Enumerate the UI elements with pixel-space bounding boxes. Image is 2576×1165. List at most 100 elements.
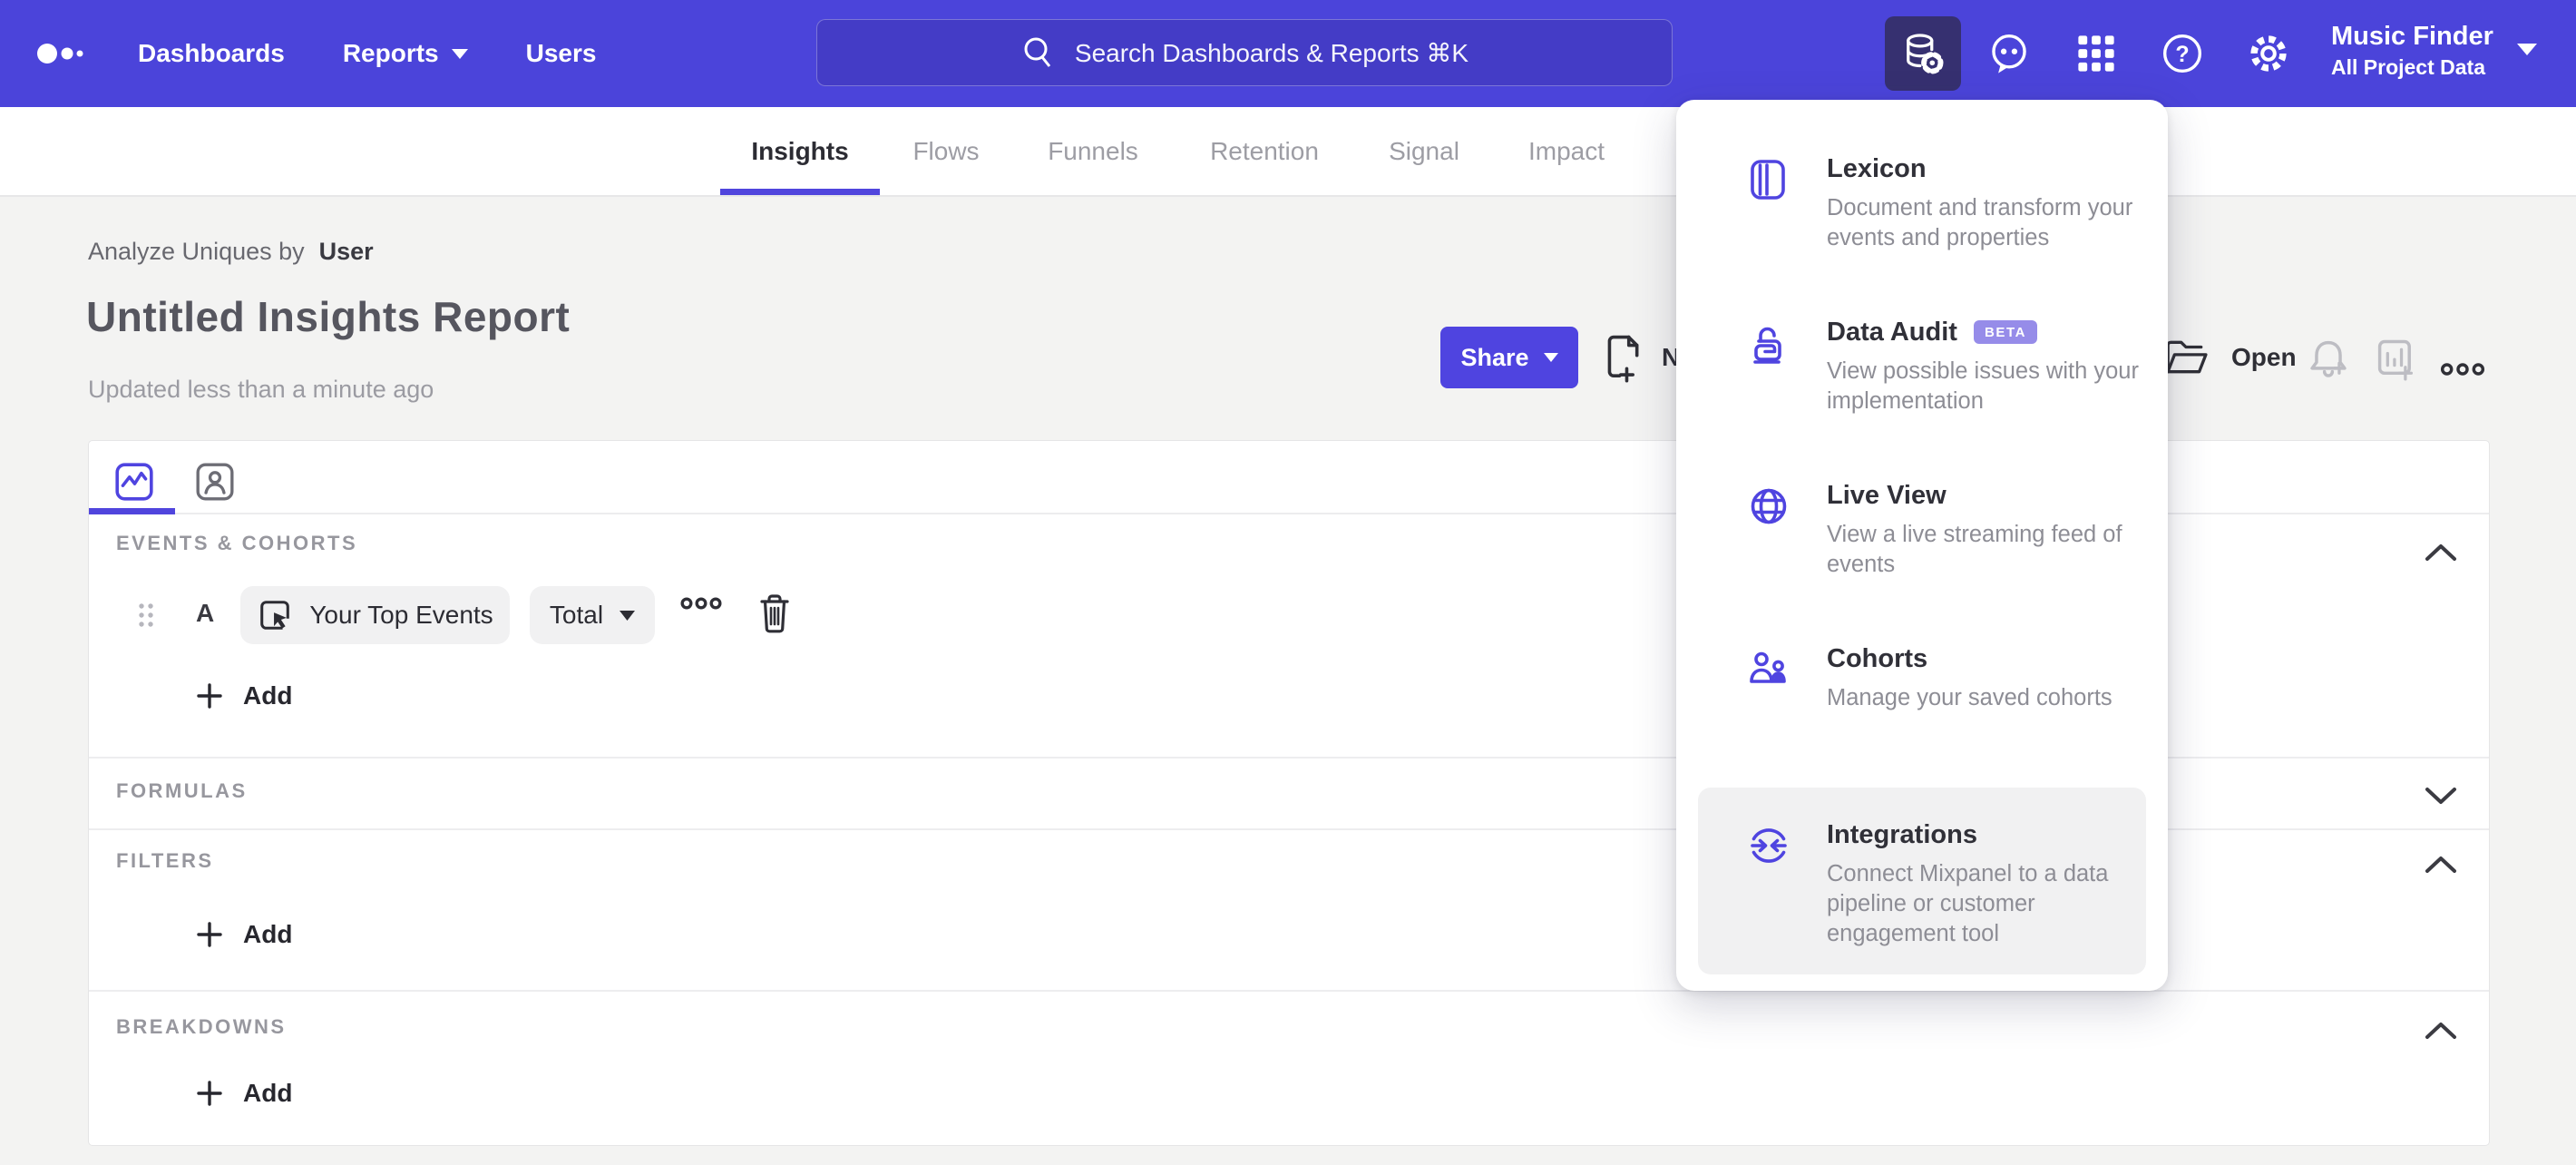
mixpanel-logo-icon[interactable] — [36, 34, 123, 78]
row-more-options-icon[interactable] — [680, 595, 722, 612]
alert-bell-plus-button[interactable] — [2306, 336, 2351, 381]
help-icon: ? — [2162, 34, 2202, 73]
database-gear-icon — [1907, 34, 1944, 74]
user-square-icon — [196, 463, 234, 501]
open-report-button[interactable]: Open — [2162, 327, 2297, 388]
apps-grid-button[interactable] — [2073, 31, 2119, 76]
menu-item-cohorts[interactable]: Cohorts Manage your saved cohorts — [1676, 644, 2168, 713]
tab-retention[interactable]: Retention — [1210, 107, 1319, 195]
add-event-button[interactable]: Add — [196, 676, 292, 716]
search-icon — [1024, 37, 1051, 67]
aggregation-value: Total — [549, 601, 604, 629]
tab-events-builder[interactable] — [113, 461, 155, 503]
nav-dashboards[interactable]: Dashboards — [138, 39, 285, 68]
menu-item-description: Document and transform your events and p… — [1827, 195, 2133, 250]
menu-item-description: View a live streaming feed of events — [1827, 522, 2122, 577]
menu-item-integrations[interactable]: Integrations Connect Mixpanel to a data … — [1698, 788, 2146, 974]
tab-insights[interactable]: Insights — [751, 107, 848, 195]
grid-icon — [2078, 35, 2114, 72]
menu-item-title: Data Audit BETA — [1827, 318, 2164, 348]
menu-item-title: Cohorts — [1827, 644, 1928, 673]
search-placeholder: Search Dashboards & Reports ⌘K — [1074, 38, 1469, 67]
tab-signal[interactable]: Signal — [1389, 107, 1459, 195]
tab-insights-label: Insights — [751, 136, 849, 165]
report-title[interactable]: Untitled Insights Report — [86, 292, 570, 341]
add-breakdown-label: Add — [243, 1079, 293, 1107]
top-navbar: Dashboards Reports Users Search Dashboar… — [0, 0, 2576, 107]
section-events-label: EVENTS & COHORTS — [116, 532, 358, 554]
cohorts-people-icon — [1750, 651, 1786, 683]
chevron-down-icon — [451, 48, 468, 59]
share-button[interactable]: Share — [1440, 327, 1578, 388]
cursor-click-icon — [260, 601, 290, 630]
project-name: Music Finder — [2331, 22, 2493, 51]
section-breakdowns-label: BREAKDOWNS — [116, 1015, 287, 1038]
updated-timestamp: Updated less than a minute ago — [88, 376, 434, 403]
primary-nav: Dashboards Reports Users — [138, 0, 596, 107]
tab-user-profiles[interactable] — [194, 461, 236, 503]
menu-item-data-audit[interactable]: Data Audit BETA View possible issues with… — [1676, 318, 2168, 416]
analyze-value[interactable]: User — [319, 238, 374, 265]
lexicon-book-icon — [1751, 160, 1785, 200]
search-input[interactable]: Search Dashboards & Reports ⌘K — [816, 19, 1673, 86]
add-filter-button[interactable]: Add — [196, 915, 292, 955]
analyze-line: Analyze Uniques by User — [88, 238, 374, 266]
help-button[interactable]: ? — [2160, 31, 2205, 76]
menu-item-text: Live View View a live streaming feed of … — [1827, 481, 2164, 580]
document-plus-icon — [1607, 335, 1639, 383]
tab-funnels[interactable]: Funnels — [1048, 107, 1138, 195]
nav-dashboards-label: Dashboards — [138, 39, 285, 67]
builder-active-tab-underline — [89, 508, 175, 514]
expand-formulas-chevron-down-icon[interactable] — [2424, 784, 2458, 808]
chevron-down-icon — [1543, 353, 1558, 362]
tab-impact-label: Impact — [1527, 136, 1605, 165]
tab-flows-label: Flows — [912, 136, 980, 165]
active-tab-underline — [720, 189, 880, 195]
pulse-chart-icon — [115, 463, 153, 501]
event-select-button[interactable]: Your Top Events — [240, 586, 510, 644]
project-switcher[interactable]: Music Finder All Project Data — [2331, 18, 2537, 80]
folder-open-icon — [2166, 340, 2208, 374]
ellipsis-icon — [2440, 363, 2485, 376]
nav-users[interactable]: Users — [526, 39, 597, 68]
drag-handle-icon[interactable] — [136, 595, 156, 635]
collapse-filters-chevron-up-icon[interactable] — [2424, 853, 2458, 876]
chevron-down-icon — [2516, 43, 2537, 55]
tab-funnels-label: Funnels — [1048, 136, 1138, 165]
settings-button[interactable] — [2246, 31, 2291, 76]
section-formulas-label: FORMULAS — [116, 779, 248, 802]
data-management-button[interactable] — [1885, 16, 1961, 91]
add-filter-label: Add — [243, 920, 293, 948]
collapse-events-chevron-up-icon[interactable] — [2424, 541, 2458, 564]
feedback-button[interactable] — [1986, 31, 2032, 76]
menu-item-live-view[interactable]: Live View View a live streaming feed of … — [1676, 481, 2168, 580]
more-actions-button[interactable] — [2440, 347, 2485, 392]
nav-reports-label: Reports — [342, 39, 439, 67]
data-management-menu: Lexicon Document and transform your even… — [1676, 100, 2168, 991]
add-to-board-button[interactable] — [2373, 336, 2418, 381]
plus-icon — [197, 1081, 222, 1106]
menu-item-description: Connect Mixpanel to a data pipeline or c… — [1827, 861, 2109, 946]
bell-plus-icon — [2310, 340, 2347, 377]
collapse-breakdowns-chevron-up-icon[interactable] — [2424, 1019, 2458, 1043]
gear-icon — [2250, 35, 2287, 72]
nav-reports[interactable]: Reports — [343, 39, 468, 68]
open-label: Open — [2231, 343, 2297, 371]
project-scope: All Project Data — [2331, 55, 2485, 79]
menu-item-title: Lexicon — [1827, 154, 1927, 183]
delete-row-trash-icon[interactable] — [756, 592, 793, 635]
svg-text:?: ? — [2175, 42, 2189, 67]
tab-impact[interactable]: Impact — [1528, 107, 1605, 195]
add-event-label: Add — [243, 681, 293, 710]
chevron-down-icon — [620, 610, 636, 621]
add-breakdown-button[interactable]: Add — [196, 1073, 292, 1113]
analyze-prefix: Analyze Uniques by — [88, 238, 305, 265]
integrations-sync-icon — [1751, 828, 1787, 863]
project-info: Music Finder All Project Data — [2331, 18, 2493, 80]
plus-icon — [197, 922, 222, 947]
tab-flows[interactable]: Flows — [912, 107, 979, 195]
menu-item-text: Lexicon Document and transform your even… — [1827, 154, 2164, 253]
aggregation-select-button[interactable]: Total — [530, 586, 655, 644]
menu-item-lexicon[interactable]: Lexicon Document and transform your even… — [1676, 154, 2168, 253]
tab-retention-label: Retention — [1210, 136, 1319, 165]
